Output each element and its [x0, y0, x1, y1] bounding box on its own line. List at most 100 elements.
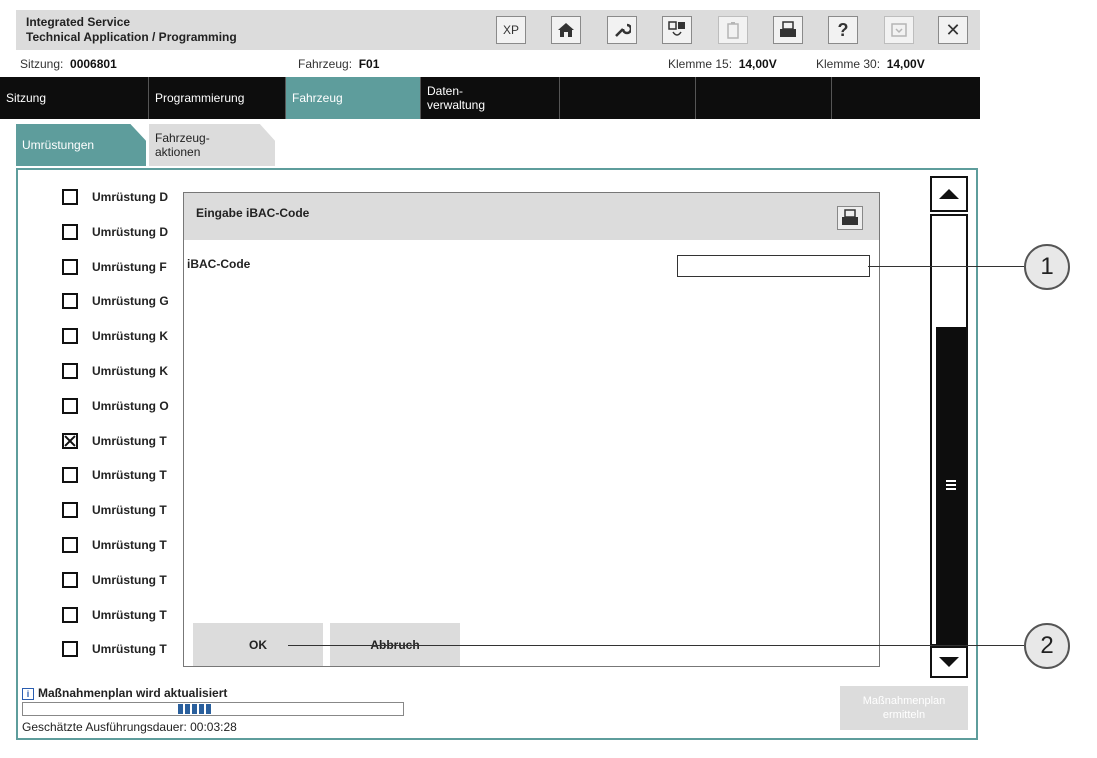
scroll-thumb[interactable]: [936, 327, 966, 645]
tab-retrofits[interactable]: Umrüstungen: [16, 124, 146, 166]
xp-label: XP: [502, 23, 519, 37]
list-item-label: Umrüstung D: [92, 190, 168, 204]
service-button[interactable]: [607, 16, 637, 44]
list-item[interactable]: Umrüstung T: [62, 570, 167, 590]
scroll-up-button[interactable]: [930, 176, 968, 212]
home-icon: [558, 23, 574, 37]
terminal15-info: Klemme 15: 14,00V: [668, 57, 777, 71]
session-info-row: Sitzung: 0006801 Fahrzeug: F01 Klemme 15…: [16, 55, 980, 75]
list-item-label: Umrüstung K: [92, 364, 168, 378]
retrofit-checkbox[interactable]: [62, 258, 78, 275]
list-item-label: Umrüstung T: [92, 607, 167, 622]
retrofit-checkbox[interactable]: [62, 189, 78, 205]
retrofit-checkbox[interactable]: [62, 502, 78, 519]
vehicle-info: Fahrzeug: F01: [298, 57, 379, 71]
list-item[interactable]: Umrüstung T: [62, 431, 167, 451]
ibac-code-label: iBAC-Code: [187, 257, 251, 271]
list-item[interactable]: Umrüstung K: [62, 326, 168, 346]
retrofit-checkbox[interactable]: [62, 606, 78, 623]
list-item-label: Umrüstung G: [92, 294, 169, 309]
retrofit-checkbox[interactable]: [62, 397, 78, 414]
list-item[interactable]: Umrüstung G: [62, 291, 169, 311]
terminal15-label: Klemme 15:: [668, 57, 733, 71]
list-item-label: Umrüstung T: [92, 642, 167, 657]
printer-icon: [842, 209, 858, 225]
list-item-label: Umrüstung T: [92, 538, 167, 552]
minimize-button[interactable]: [884, 16, 914, 44]
nav-item-programming[interactable]: Programmierung: [149, 77, 286, 119]
close-icon: ✕: [945, 19, 961, 40]
terminal30-value: 14,00V: [886, 57, 925, 71]
list-item-label: Umrüstung D: [92, 224, 168, 239]
terminal30-label: Klemme 30:: [816, 57, 881, 71]
info-icon: i: [22, 688, 34, 700]
nav-item-empty-3: [832, 77, 980, 119]
app-title-line1: Integrated Service: [26, 15, 131, 29]
nav-item-vehicle[interactable]: Fahrzeug: [286, 77, 421, 119]
list-item[interactable]: Umrüstung D: [62, 222, 168, 242]
callout-2-line: [288, 645, 1024, 646]
vehicle-label: Fahrzeug:: [298, 57, 353, 71]
connection-button[interactable]: [662, 16, 692, 44]
ibac-code-input[interactable]: [677, 255, 870, 277]
session-info: Sitzung: 0006801: [20, 57, 117, 71]
determine-plan-button[interactable]: Maßnahmenplan ermitteln: [840, 686, 968, 730]
title-bar: Integrated Service Technical Application…: [16, 10, 980, 50]
status-message-text: Maßnahmenplan wird aktualisiert: [38, 686, 228, 700]
retrofit-checkbox[interactable]: [62, 293, 78, 310]
home-button[interactable]: [551, 16, 581, 44]
help-icon: ?: [837, 19, 849, 40]
minimize-icon: [891, 23, 907, 37]
arrow-up-icon: [939, 189, 959, 199]
xp-button[interactable]: XP: [496, 16, 526, 44]
list-item[interactable]: Umrüstung T: [62, 500, 167, 520]
session-label: Sitzung:: [20, 57, 64, 71]
dialog-title: Eingabe iBAC-Code: [196, 206, 310, 220]
retrofit-checkbox[interactable]: [62, 641, 78, 658]
retrofit-checkbox[interactable]: [62, 363, 78, 379]
list-item[interactable]: Umrüstung O: [62, 396, 169, 416]
printer-icon: [780, 21, 796, 37]
close-button[interactable]: ✕: [938, 16, 968, 44]
list-item[interactable]: Umrüstung T: [62, 605, 167, 625]
nav-item-data-management[interactable]: Daten- verwaltung: [421, 77, 560, 119]
arrow-down-icon: [939, 657, 959, 667]
list-item[interactable]: Umrüstung T: [62, 639, 167, 659]
tab-vehicle-actions[interactable]: Fahrzeug- aktionen: [149, 124, 275, 166]
vehicle-value: F01: [358, 57, 380, 71]
retrofit-checkbox[interactable]: [62, 571, 78, 588]
status-message: i Maßnahmenplan wird aktualisiert: [22, 686, 227, 700]
ibac-code-dialog: Eingabe iBAC-Code iBAC-Code OK Abbruch: [183, 192, 880, 667]
app-title-line2: Technical Application / Programming: [26, 30, 237, 44]
dialog-print-button[interactable]: [837, 206, 863, 230]
terminal30-info: Klemme 30: 14,00V: [816, 57, 925, 71]
list-item[interactable]: Umrüstung D: [62, 187, 168, 207]
callout-2: 2: [1024, 623, 1070, 669]
retrofit-checkbox[interactable]: [62, 328, 78, 345]
list-item-label: Umrüstung T: [92, 572, 167, 587]
list-item-label: Umrüstung K: [92, 329, 168, 344]
print-button[interactable]: [773, 16, 803, 44]
estimated-duration: Geschätzte Ausführungsdauer: 00:03:28: [22, 720, 237, 734]
wrench-icon: [615, 23, 631, 37]
retrofit-checkbox[interactable]: [62, 432, 78, 449]
battery-button[interactable]: [718, 16, 748, 44]
retrofit-checkbox[interactable]: [62, 537, 78, 553]
list-item[interactable]: Umrüstung K: [62, 361, 168, 381]
scroll-down-button[interactable]: [930, 646, 968, 678]
list-item-label: Umrüstung T: [92, 433, 167, 448]
duration-value: 00:03:28: [190, 720, 237, 734]
battery-icon: [727, 22, 739, 39]
nav-item-session[interactable]: Sitzung: [0, 77, 149, 119]
retrofit-checkbox[interactable]: [62, 223, 78, 240]
callout-1-line: [868, 266, 1024, 267]
retrofit-checkbox[interactable]: [62, 467, 78, 484]
grip-icon: [946, 480, 956, 490]
list-item[interactable]: Umrüstung T: [62, 535, 167, 555]
list-item[interactable]: Umrüstung T: [62, 465, 167, 485]
help-button[interactable]: ?: [828, 16, 858, 44]
list-item[interactable]: Umrüstung F: [62, 257, 167, 277]
progress-indicator: [178, 704, 211, 714]
duration-label: Geschätzte Ausführungsdauer:: [22, 720, 187, 734]
list-item-label: Umrüstung O: [92, 398, 169, 413]
